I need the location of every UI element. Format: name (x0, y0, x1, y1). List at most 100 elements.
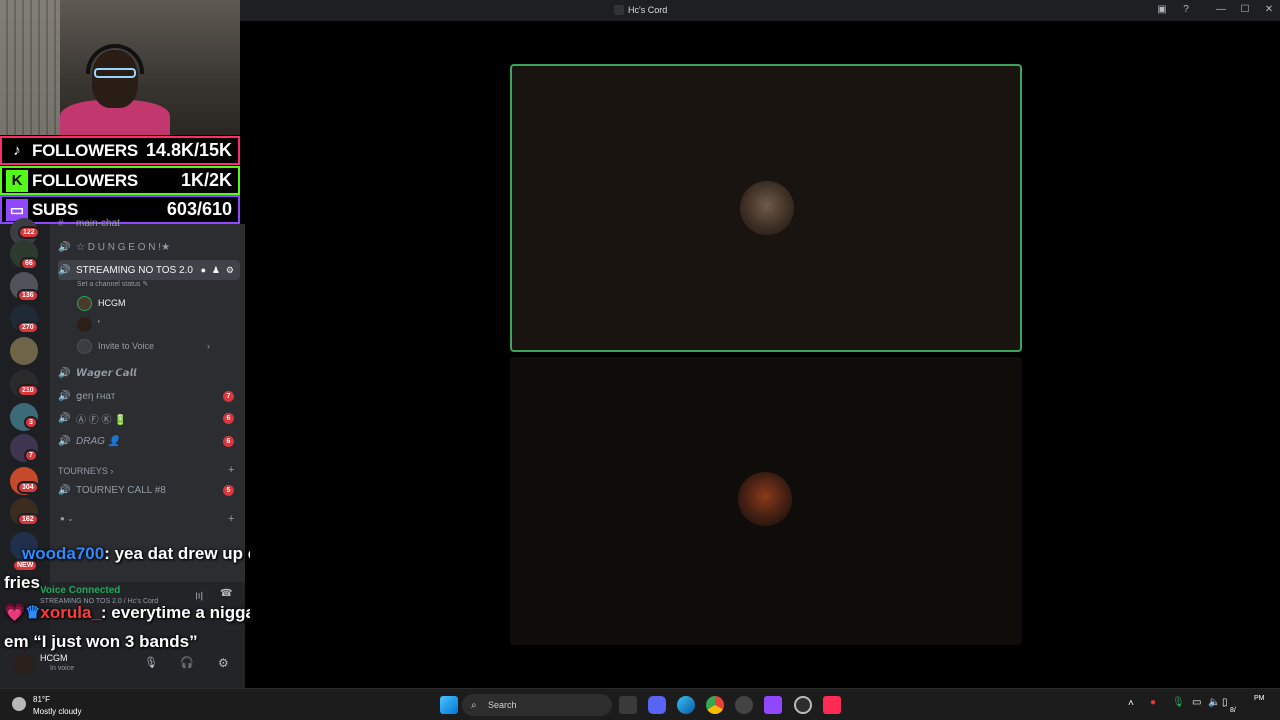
chat-username: xorula_ (40, 603, 101, 622)
server-badge: 270 (17, 321, 39, 334)
tiktok-followers-bar: ♪ FOLLOWERS 14.8K/15K (0, 136, 240, 165)
discord-icon[interactable] (648, 696, 666, 714)
webcam-feed (0, 0, 240, 135)
channel-label: main-chat (76, 217, 120, 229)
volume-icon[interactable]: 🔈 (1208, 697, 1220, 708)
channel-tourney-call[interactable]: 🔊 TOURNEY CALL #8 5 (58, 480, 240, 500)
voice-member[interactable]: ' (77, 316, 100, 332)
unread-badge: 6 (223, 435, 234, 447)
avatar (77, 295, 92, 311)
disconnect-icon[interactable]: ☎ (220, 588, 232, 599)
channel-main-chat[interactable]: # main-chat (58, 216, 240, 230)
kick-followers-bar: K FOLLOWERS 1K/2K (0, 166, 240, 195)
channel-label: STREAMING NO TOS 2.0 (76, 264, 193, 276)
speaker-icon: 🔊 (58, 435, 71, 447)
tiktok-app-icon[interactable] (823, 696, 841, 714)
user-status: In voice (50, 665, 75, 672)
user-panel: HCGM In voice 🎙 🎧 ⚙ (0, 648, 245, 688)
unread-badge: 6 (223, 412, 234, 424)
chevron-right-icon: › (207, 341, 210, 351)
weather-icon[interactable] (12, 697, 26, 711)
chat-message-continued: em “I just won 3 bands” (4, 632, 198, 651)
start-icon[interactable] (440, 696, 458, 714)
weather-widget[interactable]: 81°F Mostly cloudy (33, 694, 81, 718)
settings-icon[interactable]: ⚙ (226, 265, 234, 276)
server-badge: 122 (18, 226, 40, 239)
twitch-app-icon[interactable] (764, 696, 782, 714)
help-icon[interactable]: ? (1178, 3, 1194, 17)
speaker-icon: 🔊 (58, 412, 71, 424)
maximize-button[interactable]: ☐ (1237, 3, 1253, 17)
settings-icon[interactable]: ⚙ (218, 656, 229, 670)
speaker-icon: 🔊 (58, 241, 71, 253)
unread-badge: 5 (223, 484, 234, 496)
server-badge: 162 (17, 513, 39, 526)
voice-member[interactable]: HCGM (77, 295, 126, 311)
obs-icon[interactable] (794, 696, 812, 714)
avatar[interactable] (14, 654, 34, 674)
kick-followers-label: FOLLOWERS (32, 170, 138, 190)
battery-icon[interactable]: ▯ (1222, 697, 1228, 708)
channel-label: ☆ D U N G E O N !★ (76, 241, 171, 253)
voice-waveform-icon[interactable]: 〣 (194, 588, 204, 603)
search-icon: ⌕ (471, 699, 477, 711)
add-member-icon[interactable]: ♟ (212, 265, 220, 276)
edge-icon[interactable] (677, 696, 695, 714)
channel-gen-chat[interactable]: 🔊 ցеη ғнат 7 (58, 386, 240, 406)
weather-temp: 81°F (33, 695, 50, 704)
headphones-icon[interactable]: 🎧 (180, 656, 194, 669)
collapsed-category-icon[interactable]: ● ⌄ (60, 514, 74, 523)
unread-badge: 7 (223, 390, 234, 402)
channel-label: Ⓐ Ⓕ Ⓚ 🔋 (76, 414, 127, 426)
speaker-icon: 🔊 (58, 390, 71, 402)
channel-status-text: Set a channel status (77, 281, 141, 288)
channel-streaming[interactable]: 🔊 STREAMING NO TOS 2.0 ● ♟ ⚙ (58, 260, 240, 280)
channel-wager[interactable]: 🔊 𝙒𝙖𝙜𝙚𝙧 𝘾𝙖𝙡𝙡 (58, 363, 240, 383)
speaker-icon: 🔊 (58, 367, 71, 379)
search-input[interactable]: ⌕ Search (462, 694, 612, 716)
invite-icon (77, 338, 92, 354)
discord-app-icon (614, 5, 624, 15)
close-button[interactable]: ✕ (1261, 3, 1277, 17)
participant-tile[interactable] (510, 64, 1022, 352)
clock-date[interactable]: 8/ (1230, 707, 1236, 714)
kick-followers-value: 1K/2K (180, 170, 232, 190)
minimize-button[interactable]: — (1213, 3, 1229, 17)
user-name: HCGM (40, 653, 68, 663)
add-channel-icon[interactable]: + (228, 513, 234, 525)
member-name: ' (98, 319, 100, 329)
badge-icon: 💗 (4, 603, 26, 622)
server-icon[interactable] (10, 337, 38, 365)
channel-label: ցеη ғнат (76, 390, 116, 402)
network-icon[interactable]: ▭ (1192, 697, 1201, 708)
tiktok-icon: ♪ (13, 142, 21, 159)
invite-to-voice[interactable]: Invite to Voice › (77, 338, 210, 354)
chevron-up-icon[interactable]: ˄ (1128, 698, 1134, 709)
task-view-icon[interactable] (619, 696, 637, 714)
chat-icon[interactable]: ● (201, 265, 206, 275)
inbox-icon[interactable]: ▣ (1154, 3, 1170, 17)
microphone-icon[interactable]: 🎙 (144, 656, 158, 669)
speaker-icon: 🔊 (58, 264, 71, 276)
add-channel-icon[interactable]: + (228, 464, 234, 476)
participant-tile[interactable] (510, 357, 1022, 645)
tray-app-icon[interactable]: ● (1150, 697, 1156, 708)
channel-label: 𝙒𝙖𝙜𝙚𝙧 𝘾𝙖𝙡𝙡 (76, 367, 137, 379)
clock-time[interactable]: PM (1254, 695, 1265, 702)
channel-drag[interactable]: 🔊 DRAG 👤 6 (58, 431, 240, 451)
microphone-icon[interactable]: 🎙 (1172, 697, 1185, 708)
media-player-icon[interactable] (735, 696, 753, 714)
tiktok-followers-label: FOLLOWERS (32, 140, 138, 160)
category-tourneys[interactable]: TOURNEYS › (58, 466, 113, 476)
invite-label: Invite to Voice (98, 341, 155, 351)
server-badge: 304 (17, 481, 39, 494)
chat-username: wooda700 (22, 544, 105, 563)
chevron-right-icon: › (110, 466, 114, 476)
channel-dungeon[interactable]: 🔊 ☆ D U N G E O N !★ (58, 237, 240, 257)
server-badge: 3 (24, 416, 38, 429)
channel-afk[interactable]: 🔊 Ⓐ Ⓕ Ⓚ 🔋 6 (58, 408, 240, 428)
channel-label: TOURNEY CALL #8 (76, 484, 166, 496)
avatar (77, 316, 92, 332)
chrome-icon[interactable] (706, 696, 724, 714)
channel-status[interactable]: Set a channel status ✎ (77, 280, 148, 288)
